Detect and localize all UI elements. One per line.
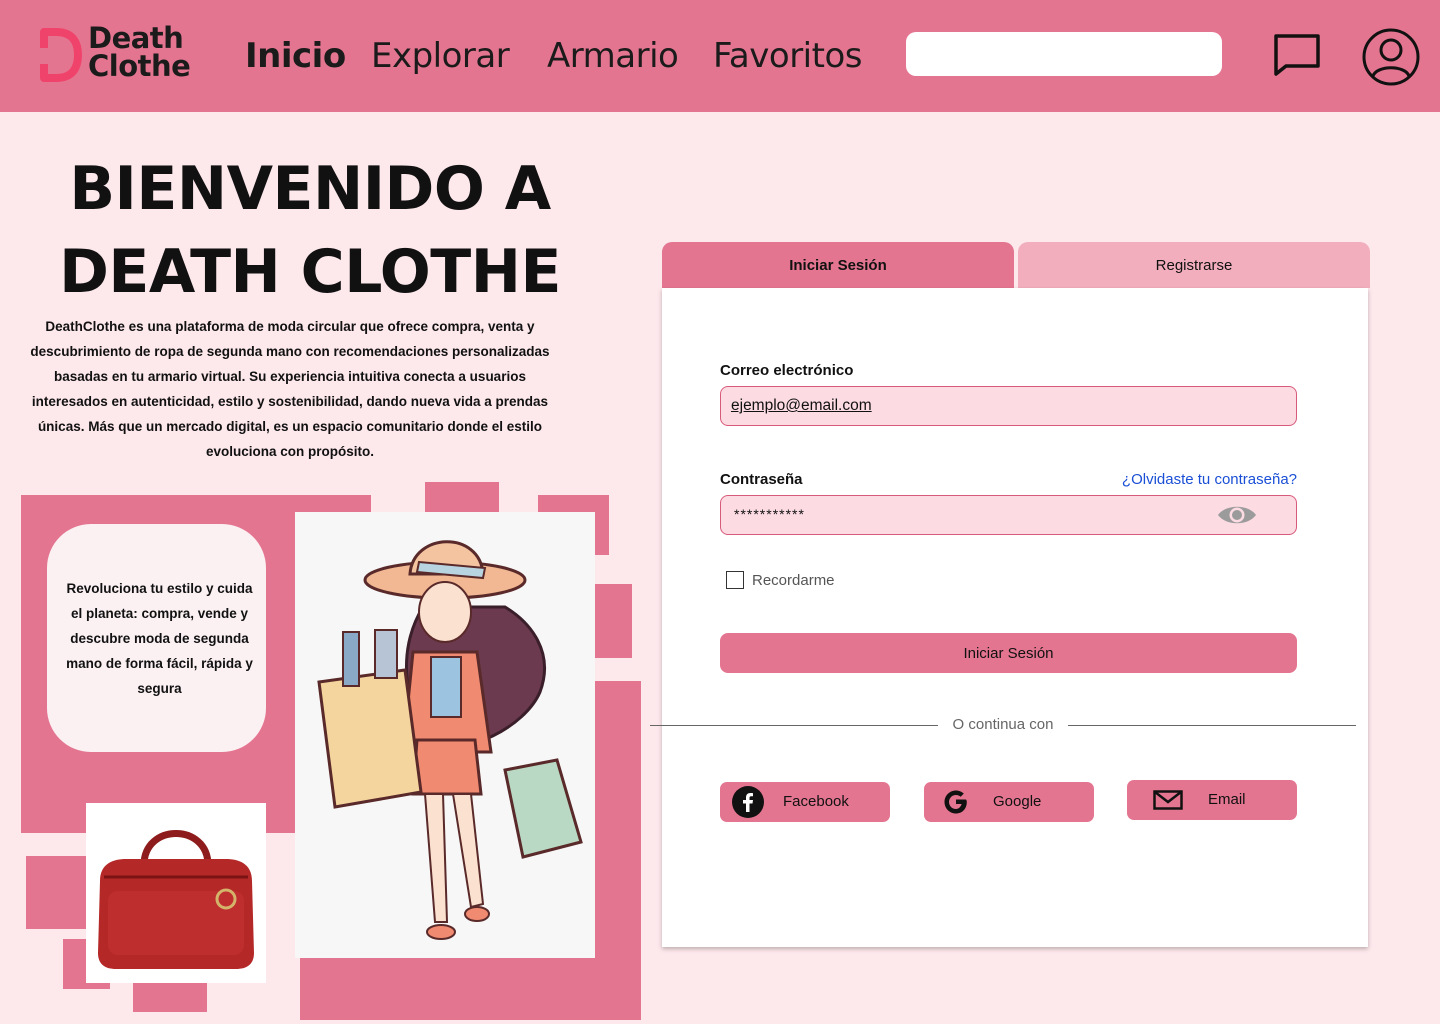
hero-title: BIENVENIDO A DEATH CLOTHE <box>20 148 600 314</box>
brand-name-line1: Death <box>88 21 184 55</box>
red-handbag-image <box>86 803 266 983</box>
password-label: Contraseña <box>720 471 803 488</box>
nav-armario[interactable]: Armario <box>547 34 679 78</box>
decor-block <box>594 584 632 658</box>
nav-explorar[interactable]: Explorar <box>371 34 510 78</box>
brand-name: Death Clothe <box>88 21 191 83</box>
tab-login[interactable]: Iniciar Sesión <box>662 242 1014 288</box>
top-navbar: Death Clothe Inicio Explorar Armario Fav… <box>0 0 1440 112</box>
mail-icon <box>1153 790 1183 810</box>
email-login-button[interactable]: Email <box>1127 780 1297 820</box>
quote-card: Revoluciona tu estilo y cuida el planeta… <box>47 524 266 752</box>
facebook-label: Facebook <box>783 793 849 810</box>
brand-name-line2: Clothe <box>88 49 191 83</box>
tab-register[interactable]: Registrarse <box>1018 242 1370 288</box>
divider-text: O continua con <box>952 716 1054 733</box>
email-social-label: Email <box>1208 791 1246 808</box>
handbag-photo <box>98 830 254 969</box>
login-submit-button[interactable]: Iniciar Sesión <box>720 633 1297 673</box>
remember-label: Recordarme <box>752 571 835 589</box>
search-input[interactable] <box>906 32 1222 76</box>
fashion-girl-illustration <box>295 512 595 958</box>
google-login-button[interactable]: Google <box>924 782 1094 822</box>
remember-me[interactable]: Recordarme <box>726 571 835 589</box>
hero-description: DeathClothe es una plataforma de moda ci… <box>30 319 550 459</box>
password-field[interactable]: *********** <box>720 495 1297 535</box>
facebook-icon <box>732 786 764 818</box>
google-icon <box>944 790 967 814</box>
logo-d-icon <box>40 28 82 82</box>
chat-icon[interactable] <box>1272 32 1322 78</box>
decor-block <box>26 856 88 929</box>
decor-block <box>425 482 499 514</box>
fashion-girl-image <box>317 540 583 940</box>
forgot-password-link[interactable]: ¿Olvidaste tu contraseña? <box>1090 471 1297 488</box>
remember-checkbox[interactable] <box>726 571 744 589</box>
nav-favoritos[interactable]: Favoritos <box>713 34 862 78</box>
email-field[interactable]: ejemplo@email.com <box>720 386 1297 426</box>
email-label: Correo electrónico <box>720 362 854 379</box>
user-account-icon[interactable] <box>1361 27 1421 87</box>
divider-line-right <box>1068 725 1356 726</box>
divider-line-left <box>650 725 938 726</box>
hero-title-line2: DEATH CLOTHE <box>59 237 561 307</box>
nav-inicio[interactable]: Inicio <box>245 34 346 78</box>
facebook-login-button[interactable]: Facebook <box>720 782 890 822</box>
hero-title-line1: BIENVENIDO A <box>69 154 551 224</box>
google-label: Google <box>993 793 1042 810</box>
decor-block <box>300 955 641 1020</box>
show-password-eye-icon[interactable] <box>1216 501 1258 529</box>
decor-block <box>133 980 207 1012</box>
quote-text: Revoluciona tu estilo y cuida el planeta… <box>66 580 253 696</box>
brand-logo[interactable]: Death Clothe <box>38 24 208 86</box>
